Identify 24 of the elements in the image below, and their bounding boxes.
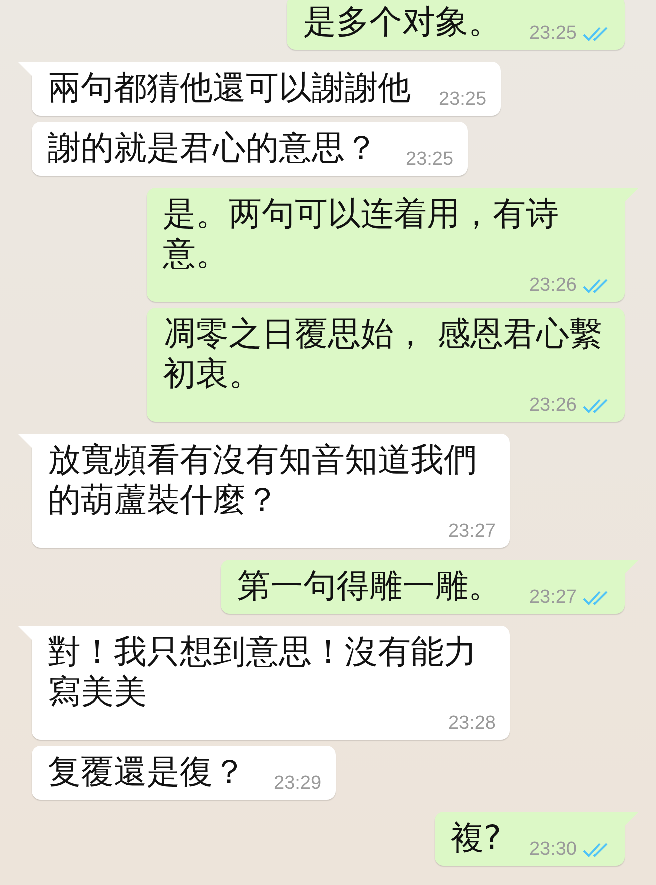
message-time: 23:30 [529,838,577,862]
message-time: 23:29 [274,772,322,796]
received-message-bubble[interactable]: 謝的就是君心的意思？ 23:25 [32,122,468,176]
message-time: 23:25 [439,88,487,112]
message-text: 是。两句可以连着用，有诗意。 [163,194,560,274]
message-text: 放寬頻看有沒有知音知道我們的葫蘆裝什麼？ [48,440,478,520]
sent-message-bubble[interactable]: 凋零之日覆思始， 感恩君心繫初衷。 23:26 [147,308,625,422]
message-time: 23:27 [448,520,496,544]
message-time: 23:25 [529,22,577,46]
sent-message-bubble[interactable]: 是多个对象。 23:25 [287,0,625,50]
message-time: 23:26 [529,274,577,298]
message-text: 兩句都猜他還可以謝謝他 [48,68,411,108]
message-text: 是多个对象。 [303,2,502,42]
message-time: 23:25 [406,148,454,172]
message-text: 凋零之日覆思始， 感恩君心繫初衷。 [163,314,604,394]
message-text: 第一句得雕一雕。 [237,566,502,606]
message-text: 對！我只想到意思！沒有能力寫美美 [48,632,478,712]
message-time: 23:28 [448,712,496,736]
message-time: 23:27 [529,586,577,610]
message-time: 23:26 [529,394,577,418]
message-text: 謝的就是君心的意思？ [48,128,378,168]
received-message-bubble[interactable]: 复覆還是復？ 23:29 [32,746,336,800]
message-text: 複? [450,818,502,858]
message-text: 复覆還是復？ [48,752,246,792]
